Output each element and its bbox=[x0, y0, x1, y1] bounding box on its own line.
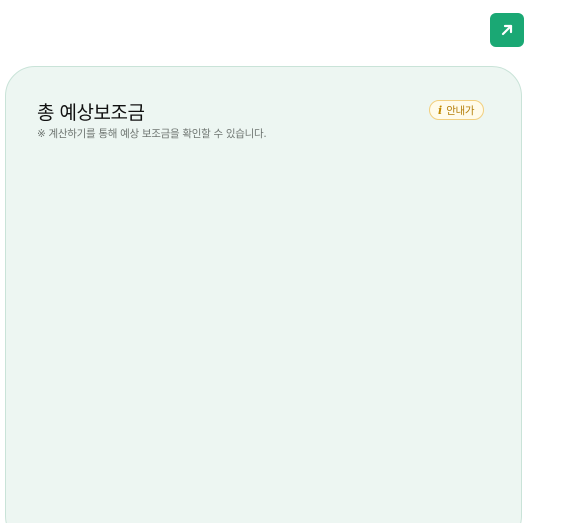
subsidy-summary-card: 총 예상보조금 ※ 계산하기를 통해 예상 보조금을 확인할 수 있습니다. i… bbox=[5, 66, 522, 523]
expand-button[interactable] bbox=[490, 13, 524, 47]
card-note: ※ 계산하기를 통해 예상 보조금을 확인할 수 있습니다. bbox=[37, 128, 267, 140]
info-icon: i bbox=[438, 103, 443, 117]
page: 총 예상보조금 ※ 계산하기를 통해 예상 보조금을 확인할 수 있습니다. i… bbox=[0, 0, 578, 523]
guide-badge[interactable]: i 안내가 bbox=[429, 100, 485, 120]
card-title: 총 예상보조금 bbox=[37, 102, 145, 124]
arrow-up-right-icon bbox=[501, 24, 513, 36]
guide-badge-label: 안내가 bbox=[446, 104, 475, 117]
